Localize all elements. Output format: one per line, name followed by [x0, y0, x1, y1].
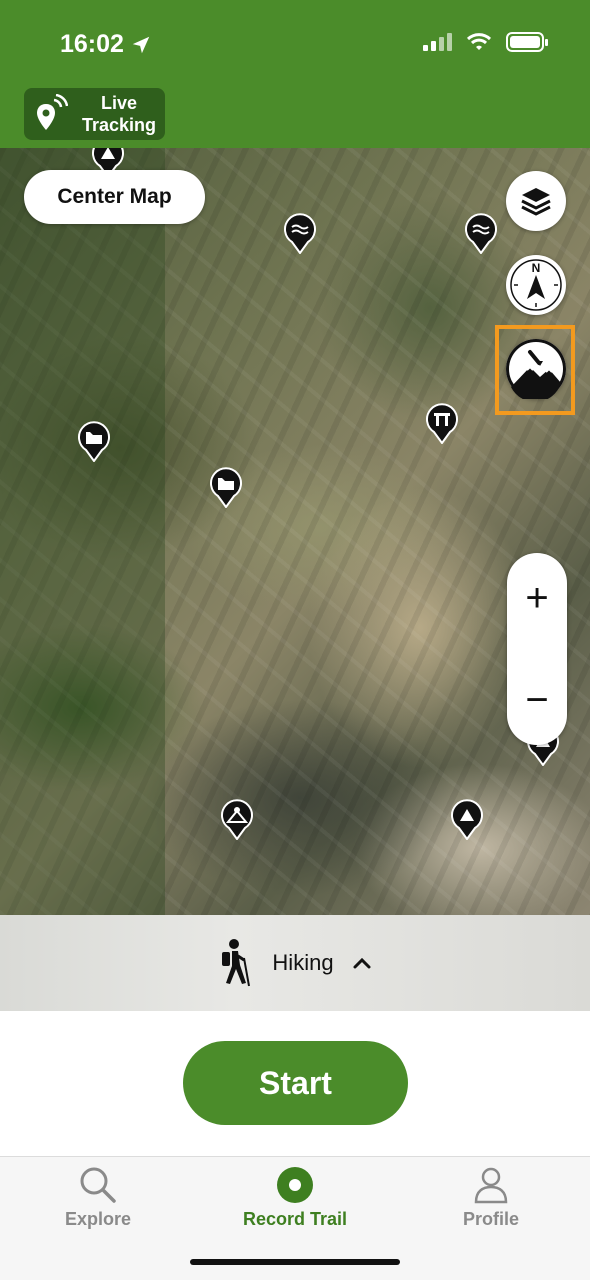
compass-button[interactable]: N	[506, 255, 566, 315]
status-time: 16:02	[60, 30, 152, 59]
hiker-icon	[222, 939, 251, 987]
clock: 16:02	[60, 30, 124, 58]
start-panel: Start	[0, 1011, 590, 1156]
tab-profile[interactable]: Profile	[401, 1165, 581, 1235]
satellite-map[interactable]	[0, 148, 590, 915]
search-icon	[80, 1167, 116, 1203]
battery-icon	[506, 32, 548, 52]
tab-profile-label: Profile	[462, 1209, 519, 1229]
tab-record-trail[interactable]: Record Trail	[205, 1165, 385, 1235]
user-icon	[474, 1167, 508, 1204]
shelter-marker-icon[interactable]	[209, 466, 243, 508]
map-tile-overlay	[0, 148, 165, 915]
zoom-control: + −	[507, 553, 567, 745]
zoom-in-button[interactable]: +	[507, 563, 567, 633]
center-map-button[interactable]: Center Map	[24, 170, 205, 224]
tab-explore[interactable]: Explore	[8, 1165, 188, 1235]
chevron-up-icon	[353, 957, 371, 969]
zoom-out-button[interactable]: −	[507, 665, 567, 735]
live-tracking-button[interactable]: Live Tracking	[24, 88, 165, 140]
tab-explore-label: Explore	[64, 1209, 132, 1229]
shelter-marker-icon[interactable]	[77, 420, 111, 462]
home-indicator[interactable]	[190, 1259, 400, 1265]
map-layers-button[interactable]	[506, 171, 566, 231]
tab-record-trail-label: Record Trail	[242, 1209, 348, 1229]
compass-north-label: N	[532, 261, 541, 275]
wifi-icon	[466, 33, 492, 50]
start-button[interactable]: Start	[183, 1041, 408, 1125]
live-tracking-label: Live Tracking	[81, 93, 157, 135]
lake-marker-icon[interactable]	[464, 212, 498, 254]
location-pin-broadcast-icon	[37, 94, 68, 130]
cable-car-marker-icon[interactable]	[425, 402, 459, 444]
compass-icon: N	[510, 259, 562, 311]
status-indicators	[423, 32, 548, 52]
peak-marker-icon[interactable]	[450, 798, 484, 840]
activity-label: Hiking	[272, 950, 334, 975]
record-icon	[277, 1167, 313, 1203]
viewpoint-marker-icon[interactable]	[220, 798, 254, 840]
location-arrow-icon	[132, 36, 150, 53]
app-header: 16:02 Live Tracking	[0, 0, 590, 148]
lake-marker-icon[interactable]	[283, 212, 317, 254]
layers-icon	[521, 188, 551, 216]
cellular-signal-icon	[423, 33, 452, 51]
activity-selector[interactable]: Hiking	[0, 915, 590, 1011]
terrain-button-highlight	[495, 325, 575, 415]
